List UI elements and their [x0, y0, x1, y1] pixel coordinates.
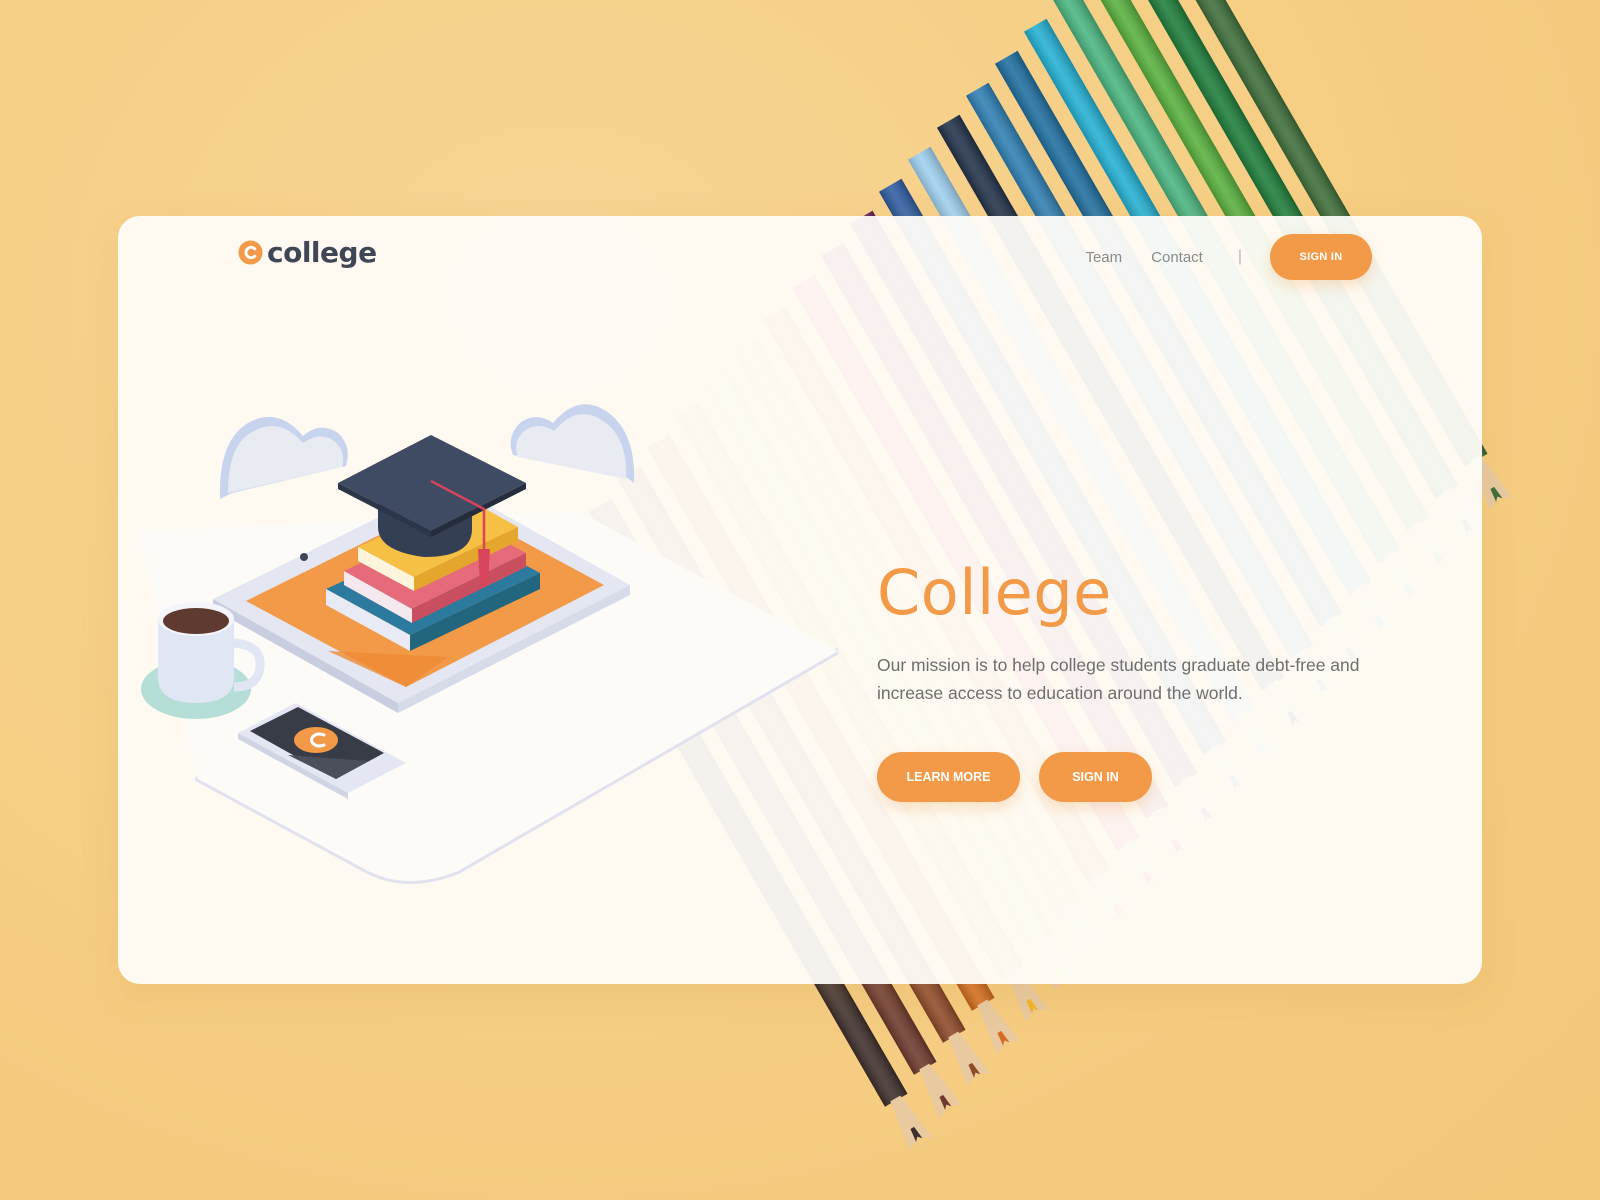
nav-link-contact[interactable]: Contact: [1151, 249, 1203, 266]
graduation-illustration: [138, 404, 838, 884]
nav-signin-button[interactable]: SIGN IN: [1270, 234, 1372, 280]
hero-actions: LEARN MORE SIGN IN: [877, 752, 1397, 802]
logo-text: college: [267, 236, 377, 269]
hero-description: Our mission is to help college students …: [877, 655, 1360, 703]
hero-section: College Our mission is to help college s…: [877, 556, 1397, 802]
logo[interactable]: college: [238, 236, 377, 269]
landing-card: college Team Contact | SIGN IN College O…: [118, 216, 1482, 984]
cloud-left: [219, 416, 348, 499]
hero-title: College: [877, 556, 1112, 629]
hero-signin-button[interactable]: SIGN IN: [1039, 752, 1152, 802]
nav-divider: |: [1237, 248, 1242, 265]
nav-link-team[interactable]: Team: [1085, 249, 1122, 266]
college-logo-icon: [238, 240, 263, 265]
cloud-right: [510, 404, 635, 483]
learn-more-button[interactable]: LEARN MORE: [877, 752, 1020, 802]
top-nav: Team Contact | SIGN IN: [1085, 234, 1372, 280]
